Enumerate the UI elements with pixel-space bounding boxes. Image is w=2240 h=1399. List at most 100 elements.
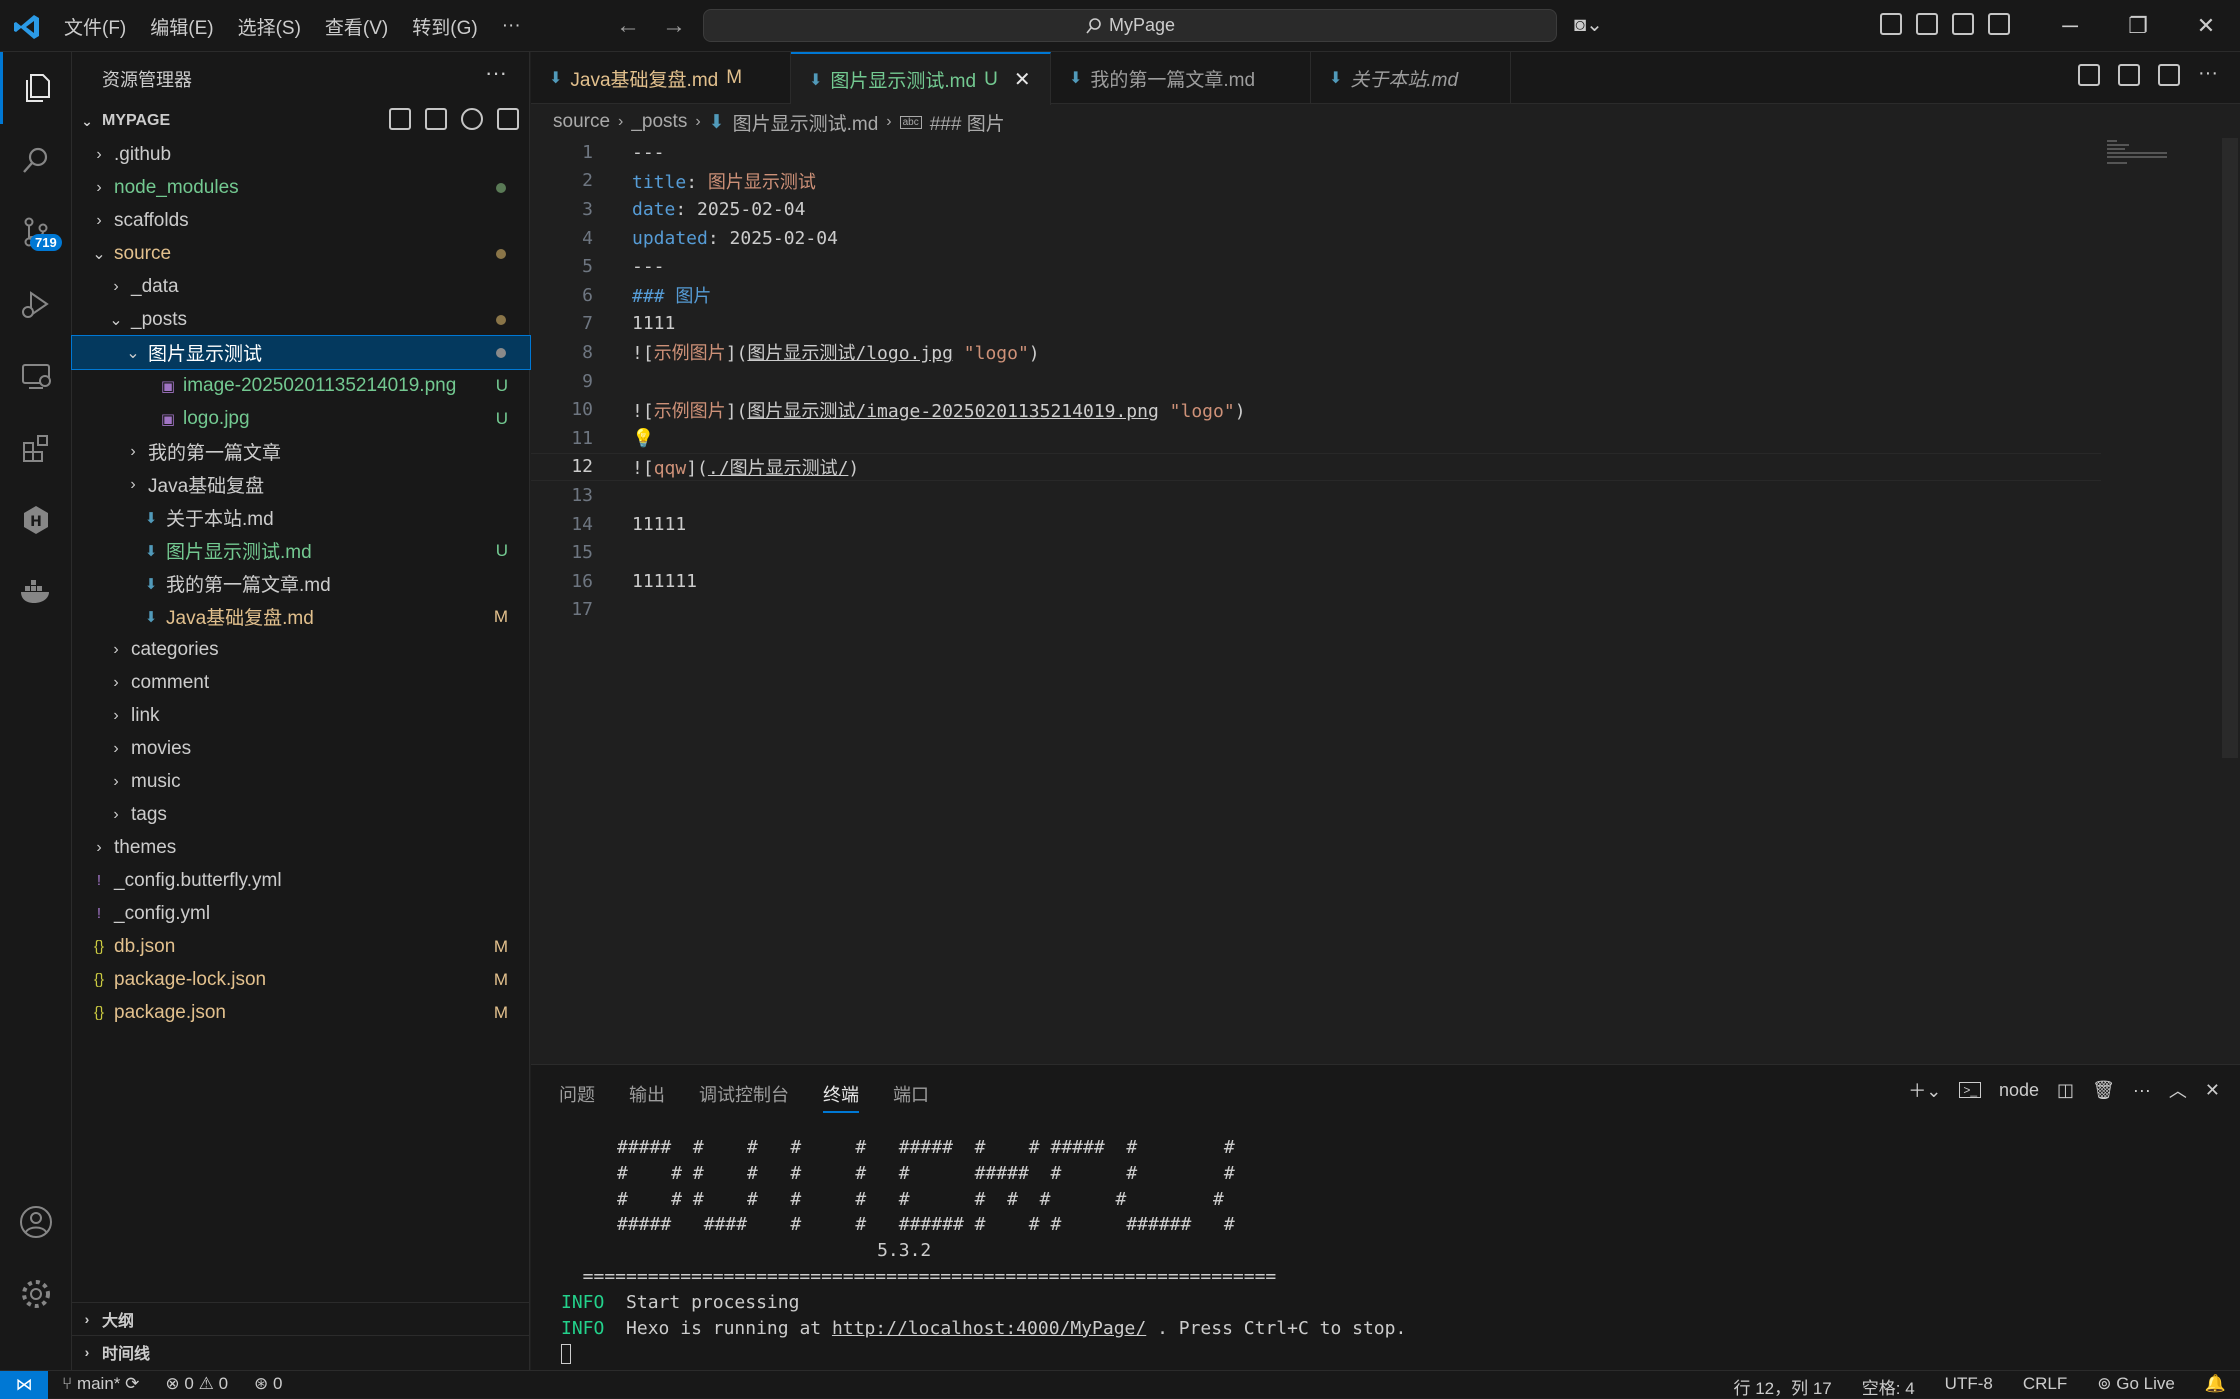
toggle-primary-sidebar-icon[interactable] <box>1916 13 1938 35</box>
go-live-button[interactable]: ⊚ Go Live <box>2097 1374 2175 1399</box>
close-window-icon[interactable]: ✕ <box>2172 0 2240 52</box>
tab-first-article[interactable]: ⬇ 我的第一篇文章.md <box>1051 52 1311 104</box>
new-terminal-icon[interactable]: ＋⌄ <box>1908 1077 1941 1103</box>
menu-view[interactable]: 查看(V) <box>313 13 400 40</box>
tree-file[interactable]: ▣ logo.jpg U <box>72 402 530 435</box>
back-arrow-icon[interactable]: ← <box>616 12 640 40</box>
run-debug-icon[interactable] <box>0 268 72 340</box>
tree-folder[interactable]: › comment <box>72 666 530 699</box>
tree-folder[interactable]: › 我的第一篇文章 <box>72 435 530 468</box>
tree-file[interactable]: {} package.json M <box>72 996 530 1029</box>
tree-folder[interactable]: ⌄ 图片显示测试 <box>71 335 531 370</box>
end-of-line[interactable]: CRLF <box>2023 1374 2067 1399</box>
terminal-name[interactable]: node <box>1999 1080 2039 1101</box>
split-editor-icon[interactable] <box>2158 64 2180 86</box>
trash-icon[interactable]: 🗑 <box>2092 1080 2115 1101</box>
terminal-output[interactable]: ##### # # # # ##### # # ##### # # # # # #… <box>561 1135 1406 1367</box>
tree-file[interactable]: ⬇ 图片显示测试.md U <box>72 534 530 567</box>
outline-section[interactable]: › 大纲 <box>72 1302 530 1335</box>
source-control-icon[interactable]: 719 <box>0 196 72 268</box>
breadcrumb-item[interactable]: 图片显示测试.md <box>733 109 879 136</box>
new-folder-icon[interactable] <box>425 108 447 130</box>
notifications-bell-icon[interactable]: 🔔 <box>2205 1374 2226 1399</box>
more-editor-actions-icon[interactable]: ··· <box>2198 63 2220 86</box>
problems-indicator[interactable]: ⊗ 0 ⚠ 0 <box>165 1374 228 1394</box>
tree-folder[interactable]: › node_modules <box>72 171 530 204</box>
new-file-icon[interactable] <box>389 108 411 130</box>
more-icon[interactable]: ··· <box>2133 1080 2151 1101</box>
timeline-section[interactable]: › 时间线 <box>72 1335 530 1368</box>
tab-about-site[interactable]: ⬇ 关于本站.md <box>1311 52 1511 104</box>
tree-folder[interactable]: › .github <box>72 138 530 171</box>
breadcrumb-item[interactable]: source <box>553 111 610 133</box>
tree-file[interactable]: ⬇ 关于本站.md <box>72 501 530 534</box>
tree-file[interactable]: ! _config.yml <box>72 897 530 930</box>
tree-folder[interactable]: › scaffolds <box>72 204 530 237</box>
tree-folder[interactable]: ⌄ _posts <box>72 303 530 336</box>
split-terminal-icon[interactable]: ◫ <box>2057 1080 2074 1101</box>
refresh-icon[interactable] <box>461 108 483 130</box>
hexo-icon[interactable]: H <box>0 484 72 556</box>
panel-tab-problems[interactable]: 问题 <box>559 1081 595 1113</box>
minimize-icon[interactable]: ─ <box>2036 0 2104 52</box>
ports-indicator[interactable]: ⊛ 0 <box>254 1374 282 1394</box>
tree-folder[interactable]: › themes <box>72 831 530 864</box>
breadcrumb-item[interactable]: _posts <box>631 111 687 133</box>
branch-indicator[interactable]: ⑂ main* ⟳ <box>62 1374 139 1394</box>
menu-more[interactable]: ··· <box>490 15 533 37</box>
tab-image-test[interactable]: ⬇ 图片显示测试.md U ✕ <box>791 52 1051 105</box>
more-actions-icon[interactable]: ··· <box>485 60 507 86</box>
tree-file[interactable]: ⬇ Java基础复盘.md M <box>72 600 530 633</box>
tree-folder[interactable]: › link <box>72 699 530 732</box>
extensions-icon[interactable] <box>0 412 72 484</box>
explorer-icon[interactable] <box>0 52 72 124</box>
encoding[interactable]: UTF-8 <box>1945 1374 1993 1399</box>
tree-folder[interactable]: › categories <box>72 633 530 666</box>
tab-java-review[interactable]: ⬇ Java基础复盘.md M <box>531 52 791 104</box>
settings-gear-icon[interactable] <box>0 1258 72 1330</box>
tree-file[interactable]: {} package-lock.json M <box>72 963 530 996</box>
tree-file[interactable]: ▣ image-20250201135214019.png U <box>72 369 530 402</box>
tree-file[interactable]: ⬇ 我的第一篇文章.md <box>72 567 530 600</box>
remote-icon[interactable]: ⋈ <box>0 1371 48 1399</box>
open-changes-icon[interactable] <box>2078 64 2100 86</box>
editor-scrollbar[interactable] <box>2222 138 2238 758</box>
code-editor[interactable]: 1 --- 2 title: 图片显示测试 3 date: 2025-02-04 4 u… <box>531 138 2101 1058</box>
restore-icon[interactable]: ❐ <box>2104 0 2172 52</box>
tree-file[interactable]: {} db.json M <box>72 930 530 963</box>
command-center-search[interactable]: MyPage <box>703 9 1557 42</box>
panel-tab-terminal[interactable]: 终端 <box>823 1081 859 1113</box>
breadcrumb-item[interactable]: ### 图片 <box>930 109 1005 136</box>
minimap[interactable] <box>2105 138 2215 178</box>
search-view-icon[interactable] <box>0 124 72 196</box>
menu-selection[interactable]: 选择(S) <box>226 13 313 40</box>
menu-file[interactable]: 文件(F) <box>52 13 138 40</box>
tree-folder[interactable]: › _data <box>72 270 530 303</box>
menu-go[interactable]: 转到(G) <box>400 13 489 40</box>
indentation[interactable]: 空格: 4 <box>1862 1374 1915 1399</box>
tree-folder[interactable]: › tags <box>72 798 530 831</box>
toggle-panel-icon[interactable] <box>1952 13 1974 35</box>
docker-icon[interactable] <box>0 556 72 628</box>
menu-edit[interactable]: 编辑(E) <box>138 13 225 40</box>
tree-folder[interactable]: › movies <box>72 732 530 765</box>
panel-tab-ports[interactable]: 端口 <box>893 1081 929 1113</box>
remote-explorer-icon[interactable] <box>0 340 72 412</box>
lightbulb-icon[interactable]: 💡 <box>632 428 654 449</box>
panel-tab-output[interactable]: 输出 <box>629 1081 665 1113</box>
collapse-all-icon[interactable] <box>497 108 519 130</box>
copilot-icon[interactable]: ◙⌄ <box>1574 12 1603 37</box>
panel-tab-debug-console[interactable]: 调试控制台 <box>699 1081 789 1113</box>
toggle-secondary-sidebar-icon[interactable] <box>1988 13 2010 35</box>
customize-layout-icon[interactable] <box>1880 13 1902 35</box>
forward-arrow-icon[interactable]: → <box>662 12 686 40</box>
accounts-icon[interactable] <box>0 1186 72 1258</box>
close-tab-icon[interactable]: ✕ <box>1014 67 1031 92</box>
close-panel-icon[interactable]: ✕ <box>2205 1080 2220 1101</box>
maximize-panel-icon[interactable]: ︿ <box>2169 1077 2187 1103</box>
localhost-link[interactable]: http://localhost:4000/MyPage/ <box>832 1318 1146 1339</box>
cursor-position[interactable]: 行 12，列 17 <box>1734 1374 1832 1399</box>
open-preview-icon[interactable] <box>2118 64 2140 86</box>
tree-folder[interactable]: › music <box>72 765 530 798</box>
tree-file[interactable]: ! _config.butterfly.yml <box>72 864 530 897</box>
